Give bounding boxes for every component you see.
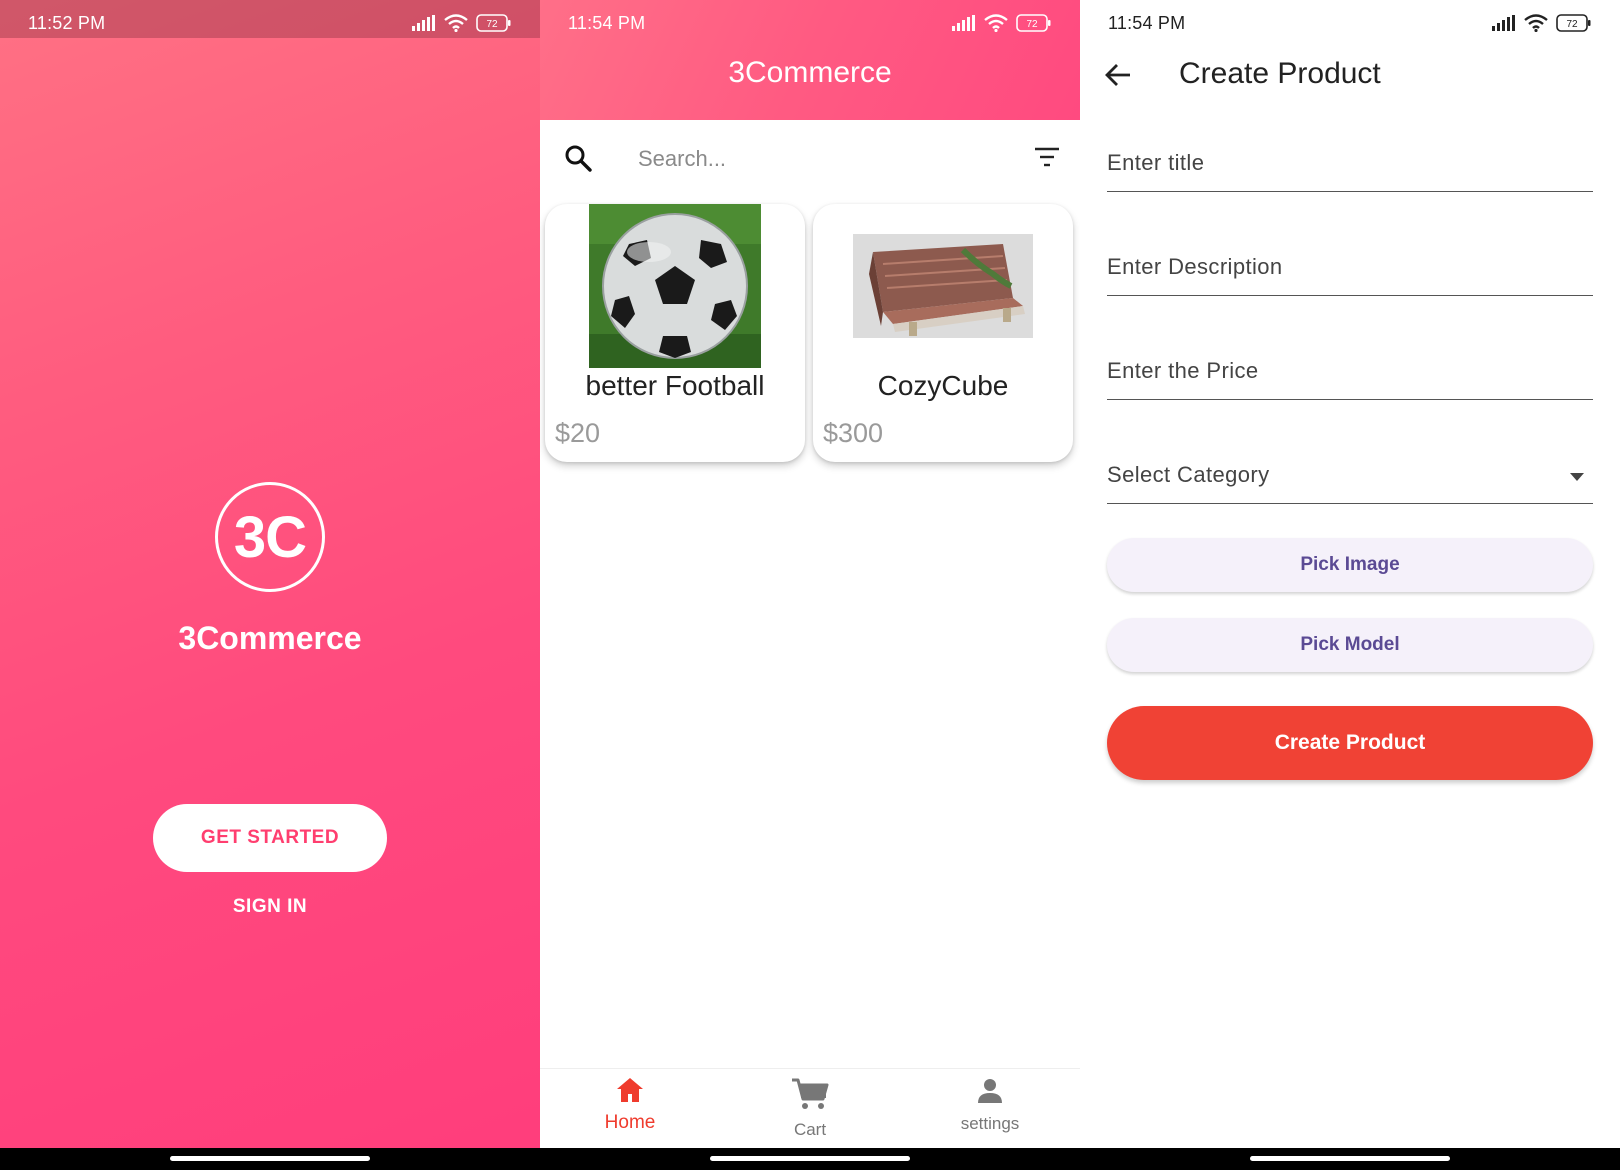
status-time: 11:54 PM xyxy=(568,12,646,33)
get-started-button[interactable]: GET STARTED xyxy=(153,804,387,872)
product-name: better Football xyxy=(585,370,765,401)
app-logo: 3C xyxy=(215,482,325,592)
app-bar-title: 3Commerce xyxy=(728,56,892,89)
product-card[interactable]: CozyCube $300 xyxy=(813,204,1073,462)
football-image xyxy=(589,204,761,368)
home-indicator[interactable] xyxy=(170,1156,370,1161)
nav-home[interactable]: Home xyxy=(570,1077,690,1134)
welcome-screen: 11:52 PM 72 3C 3Commerce GET STARTED SIG… xyxy=(0,0,540,1170)
pick-model-button[interactable]: Pick Model xyxy=(1107,618,1593,672)
home-indicator[interactable] xyxy=(1250,1156,1450,1161)
description-field[interactable]: Enter Description xyxy=(1107,238,1593,296)
create-product-screen: 11:54 PM 72 Create Product Enter title E… xyxy=(1080,0,1620,1170)
description-placeholder: Enter Description xyxy=(1107,254,1283,279)
nav-settings-label: settings xyxy=(960,1114,1020,1133)
product-card[interactable]: better Football $20 xyxy=(545,204,805,462)
search-input[interactable] xyxy=(638,140,998,178)
filter-icon[interactable] xyxy=(1034,146,1060,168)
search-bar xyxy=(540,120,1080,196)
page-title: Create Product xyxy=(1179,57,1381,90)
bottom-navigation: Home Cart settings xyxy=(540,1068,1080,1148)
product-price: $300 xyxy=(823,418,884,448)
price-placeholder: Enter the Price xyxy=(1107,358,1259,383)
status-icons: 72 xyxy=(952,14,1052,32)
status-icons: 72 xyxy=(1492,14,1592,32)
home-screen: 11:54 PM 72 3Commerce Search... better F… xyxy=(540,0,1080,1170)
cart-icon xyxy=(792,1078,829,1109)
category-select[interactable]: Select Category xyxy=(1107,446,1593,504)
svg-text:72: 72 xyxy=(486,19,498,30)
wifi-icon xyxy=(984,14,1008,32)
sign-in-button[interactable]: SIGN IN xyxy=(0,896,540,918)
back-arrow-icon[interactable] xyxy=(1104,62,1132,88)
gesture-bar-area xyxy=(0,1148,540,1170)
price-field[interactable]: Enter the Price xyxy=(1107,342,1593,400)
category-placeholder: Select Category xyxy=(1107,462,1270,487)
person-icon xyxy=(978,1079,1002,1103)
battery-icon: 72 xyxy=(1016,14,1051,32)
status-bar: 11:54 PM 72 xyxy=(1080,0,1620,46)
battery-icon: 72 xyxy=(1556,14,1591,32)
status-time: 11:52 PM xyxy=(28,12,106,33)
logo-text: 3C xyxy=(233,504,307,570)
home-icon xyxy=(617,1078,643,1102)
status-time: 11:54 PM xyxy=(1108,12,1186,33)
pick-image-button[interactable]: Pick Image xyxy=(1107,538,1593,592)
sofa-image xyxy=(853,234,1033,338)
signal-icon xyxy=(952,15,975,31)
wifi-icon xyxy=(1524,14,1548,32)
nav-home-label: Home xyxy=(604,1112,656,1133)
svg-text:72: 72 xyxy=(1026,19,1038,30)
title-field[interactable]: Enter title xyxy=(1107,134,1593,192)
home-indicator[interactable] xyxy=(710,1156,910,1161)
status-bar: 11:52 PM 72 xyxy=(0,0,540,46)
gesture-bar-area xyxy=(1080,1148,1620,1170)
product-price: $20 xyxy=(555,418,601,448)
product-name: CozyCube xyxy=(877,370,1009,401)
nav-cart[interactable]: Cart xyxy=(750,1077,870,1140)
search-icon[interactable] xyxy=(564,144,592,172)
title-placeholder: Enter title xyxy=(1107,150,1205,175)
nav-settings[interactable]: settings xyxy=(930,1077,1050,1134)
battery-icon: 72 xyxy=(476,14,511,32)
nav-cart-label: Cart xyxy=(793,1120,827,1139)
screenshot-stage: 11:52 PM 72 3C 3Commerce GET STARTED SIG… xyxy=(0,0,1620,1170)
signal-icon xyxy=(412,15,435,31)
status-icons: 72 xyxy=(412,14,512,32)
signal-icon xyxy=(1492,15,1515,31)
wifi-icon xyxy=(444,14,468,32)
svg-text:72: 72 xyxy=(1566,19,1578,30)
app-name: 3Commerce xyxy=(178,620,362,656)
status-bar: 11:54 PM 72 xyxy=(540,0,1080,46)
create-product-button[interactable]: Create Product xyxy=(1107,706,1593,780)
gesture-bar-area xyxy=(540,1148,1080,1170)
dropdown-arrow-icon xyxy=(1570,473,1584,481)
